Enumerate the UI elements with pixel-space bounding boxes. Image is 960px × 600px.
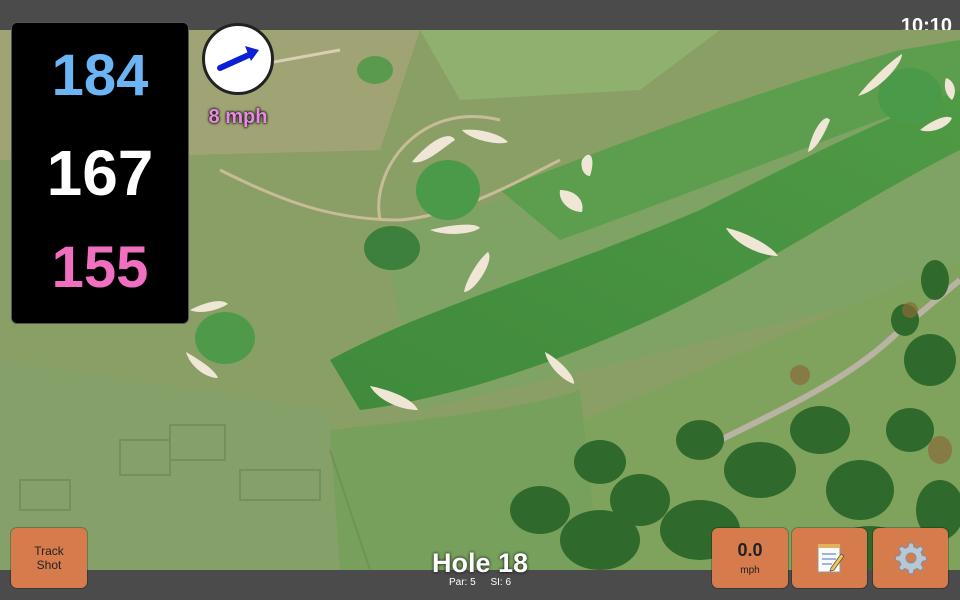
track-shot-label-line1: Track: [34, 544, 64, 558]
speed-unit: mph: [740, 565, 760, 576]
hole-par: Par: 5: [448, 577, 476, 588]
gear-icon: [894, 542, 927, 575]
wind-speed-label: 8 mph: [208, 106, 268, 128]
track-shot-label-line2: Shot: [36, 558, 62, 572]
notepad-icon: [817, 544, 845, 573]
settings-button[interactable]: [873, 528, 948, 588]
hole-title: Hole 18: [431, 548, 529, 578]
wind-indicator: [202, 23, 274, 95]
front-of-green-distance: 155: [51, 235, 149, 300]
speed-button[interactable]: 0.0 mph: [712, 528, 788, 588]
hole-stroke-index: SI: 6: [490, 577, 512, 588]
middle-of-green-distance: 167: [46, 137, 154, 209]
back-of-green-distance: 184: [51, 43, 149, 108]
hole-info: Par: 5 SI: 6: [380, 577, 580, 588]
wind-direction-arrow-icon: [217, 46, 259, 71]
track-shot-button[interactable]: Track Shot: [11, 528, 87, 588]
notes-button[interactable]: [792, 528, 867, 588]
speed-value: 0.0: [737, 540, 763, 560]
distance-panel: 184 167 155: [11, 22, 189, 324]
